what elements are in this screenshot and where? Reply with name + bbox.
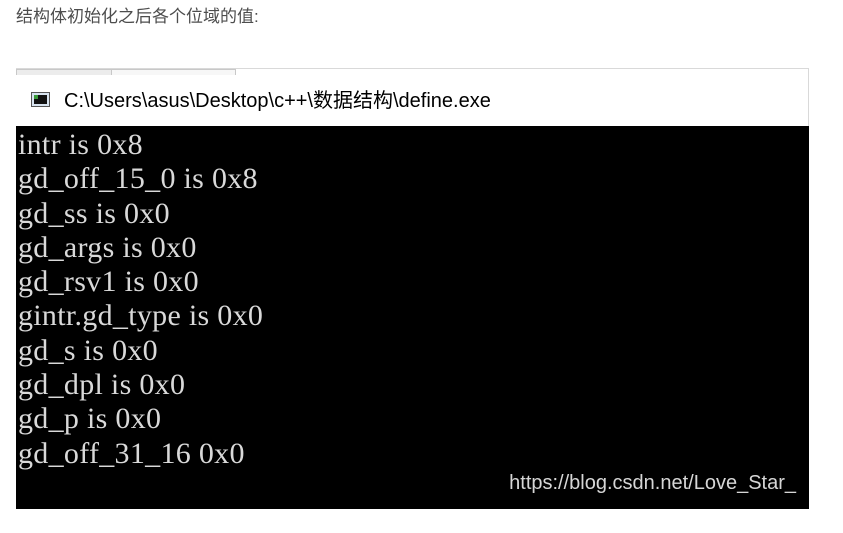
window-tab-strip xyxy=(16,69,808,75)
window-tab[interactable] xyxy=(16,69,112,75)
console-line: gintr.gd_type is 0x0 xyxy=(18,299,264,333)
console-window-icon xyxy=(31,92,50,107)
intro-caption: 结构体初始化之后各个位域的值: xyxy=(16,7,259,26)
console-window: C:\Users\asus\Desktop\c++\数据结构\define.ex… xyxy=(16,68,809,509)
console-line: gd_p is 0x0 xyxy=(18,402,162,436)
console-lines: intr is 0x8 gd_off_15_0 is 0x8 gd_ss is … xyxy=(18,128,263,471)
window-title: C:\Users\asus\Desktop\c++\数据结构\define.ex… xyxy=(64,90,491,112)
console-line: gd_s is 0x0 xyxy=(18,333,158,367)
console-line: gd_dpl is 0x0 xyxy=(18,368,186,402)
window-titlebar[interactable]: C:\Users\asus\Desktop\c++\数据结构\define.ex… xyxy=(16,83,808,123)
console-line: gd_ss is 0x0 xyxy=(18,196,170,230)
console-output[interactable]: intr is 0x8 gd_off_15_0 is 0x8 gd_ss is … xyxy=(16,126,809,509)
console-line: gd_off_31_16 0x0 xyxy=(18,436,245,470)
console-line: gd_args is 0x0 xyxy=(18,230,197,264)
watermark-url: https://blog.csdn.net/Love_Star_ xyxy=(509,472,796,494)
console-window-icon-glint xyxy=(34,95,38,99)
console-line: gd_rsv1 is 0x0 xyxy=(18,265,199,299)
console-line: gd_off_15_0 is 0x8 xyxy=(18,162,258,196)
window-tab[interactable] xyxy=(112,69,236,75)
console-line: intr is 0x8 xyxy=(18,128,143,161)
